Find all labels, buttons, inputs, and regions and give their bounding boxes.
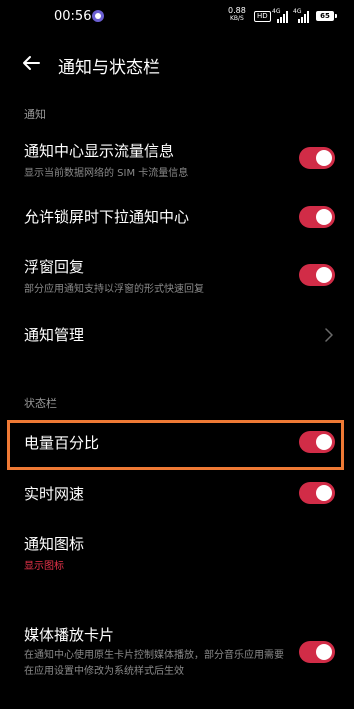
setting-notification-icons[interactable]: 通知图标 显示图标 bbox=[0, 526, 354, 578]
page-header: 通知与状态栏 bbox=[0, 44, 354, 84]
chevron-right-icon bbox=[324, 327, 334, 342]
toggle-switch[interactable] bbox=[299, 482, 335, 504]
status-time: 00:56 bbox=[54, 9, 92, 24]
setting-title: 通知图标 bbox=[24, 535, 85, 553]
page-title: 通知与状态栏 bbox=[58, 58, 160, 78]
setting-title: 允许锁屏时下拉通知中心 bbox=[24, 208, 190, 226]
setting-realtime-speed[interactable]: 实时网速 bbox=[0, 474, 354, 514]
setting-lockscreen-pulldown[interactable]: 允许锁屏时下拉通知中心 bbox=[0, 198, 354, 238]
setting-subtitle: 部分应用通知支持以浮窗的形式快速回复 bbox=[24, 284, 204, 295]
toggle-switch[interactable] bbox=[299, 641, 335, 663]
battery-icon: 65 bbox=[316, 11, 337, 21]
notification-app-icon bbox=[92, 10, 104, 22]
setting-title: 实时网速 bbox=[24, 485, 85, 503]
setting-notification-management[interactable]: 通知管理 bbox=[0, 316, 354, 356]
back-arrow-icon[interactable] bbox=[20, 52, 42, 74]
toggle-switch[interactable] bbox=[299, 206, 335, 228]
setting-subtitle: 显示当前数据网络的 SIM 卡流量信息 bbox=[24, 168, 189, 179]
network-speed-value: 0.88 bbox=[228, 6, 246, 15]
setting-floating-reply[interactable]: 浮窗回复 部分应用通知支持以浮窗的形式快速回复 bbox=[0, 250, 354, 304]
setting-title: 媒体播放卡片 bbox=[24, 626, 115, 644]
sim2-signal-icon: 4G bbox=[293, 9, 311, 23]
toggle-switch[interactable] bbox=[299, 431, 335, 453]
setting-title: 通知中心显示流量信息 bbox=[24, 142, 175, 160]
setting-title: 浮窗回复 bbox=[24, 258, 85, 276]
setting-show-traffic-info[interactable]: 通知中心显示流量信息 显示当前数据网络的 SIM 卡流量信息 bbox=[0, 132, 354, 186]
network-speed: 0.88 KB/S bbox=[228, 7, 246, 23]
setting-subtitle: 显示图标 bbox=[24, 561, 64, 572]
setting-battery-percentage[interactable]: 电量百分比 bbox=[0, 424, 354, 466]
network-speed-unit: KB/S bbox=[229, 15, 244, 22]
setting-title: 电量百分比 bbox=[24, 434, 100, 452]
toggle-switch[interactable] bbox=[299, 147, 335, 169]
setting-title: 通知管理 bbox=[24, 326, 85, 344]
sim1-signal-icon: 4G bbox=[272, 9, 290, 23]
hd-voice-icon: HD bbox=[254, 11, 271, 22]
status-bar: 00:56 0.88 KB/S HD 4G 4G 65 bbox=[0, 0, 354, 36]
toggle-switch[interactable] bbox=[299, 264, 335, 286]
section-header-status-bar: 状态栏 bbox=[24, 397, 57, 410]
setting-subtitle: 在通知中心使用原生卡片控制媒体播放，部分音乐应用需要在应用设置中修改为系统样式后… bbox=[24, 650, 284, 677]
section-header-notification: 通知 bbox=[24, 108, 46, 121]
setting-media-card[interactable]: 媒体播放卡片 在通知中心使用原生卡片控制媒体播放，部分音乐应用需要在应用设置中修… bbox=[0, 618, 354, 690]
